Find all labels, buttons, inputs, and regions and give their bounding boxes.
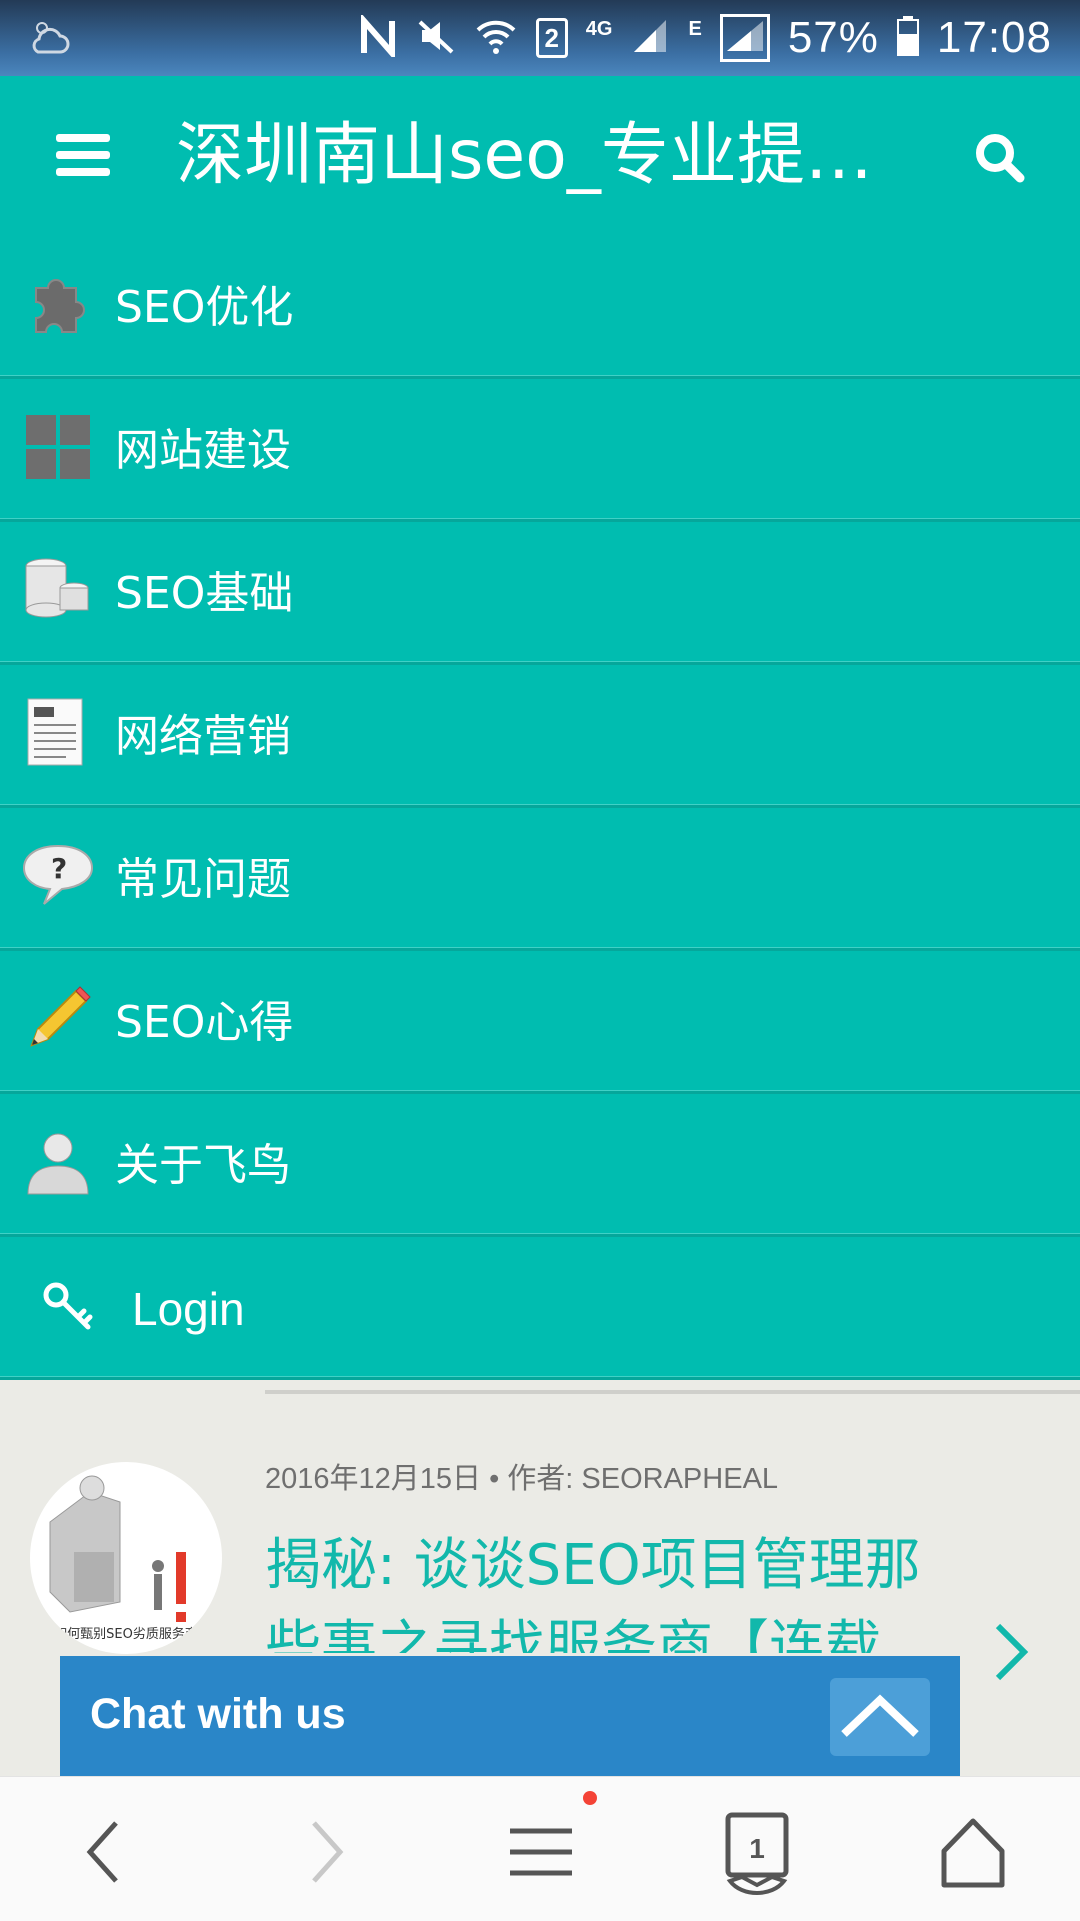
database-icon	[22, 554, 94, 626]
clock: 17:08	[936, 13, 1052, 62]
menu-item-seo-basics[interactable]: SEO基础	[0, 522, 1080, 665]
menu-item-seo-optimization[interactable]: SEO优化	[0, 236, 1080, 379]
menu-item-label: SEO优化	[115, 282, 294, 333]
forward-icon[interactable]	[280, 1807, 370, 1897]
menu-item-label: Login	[132, 1283, 245, 1335]
menu-item-label: 常见问题	[115, 854, 291, 905]
thumbnail-caption: 如何甄别SEO劣质服务商	[54, 1627, 198, 1642]
search-icon[interactable]	[970, 128, 1030, 188]
page-title: 深圳南山seo_专业提供…	[176, 116, 916, 195]
notification-dot	[583, 1791, 597, 1805]
divider	[265, 1390, 1080, 1394]
home-icon[interactable]	[928, 1807, 1018, 1897]
menu-icon[interactable]	[496, 1807, 586, 1897]
menu-item-seo-experience[interactable]: SEO心得	[0, 951, 1080, 1094]
puzzle-piece-icon	[22, 268, 94, 340]
mute-icon	[416, 16, 456, 60]
svg-text:?: ?	[51, 852, 67, 885]
user-icon	[22, 1126, 94, 1198]
grid-icon	[22, 411, 94, 483]
menu-item-login[interactable]: Login	[0, 1237, 1080, 1380]
battery-percent: 57%	[787, 13, 879, 62]
signal-icon	[630, 16, 670, 60]
wifi-icon	[474, 16, 518, 60]
pencil-icon	[22, 983, 94, 1055]
tabs-icon[interactable]: 1	[712, 1807, 802, 1897]
menu-item-label: 关于飞鸟	[115, 1140, 291, 1191]
key-icon	[42, 1281, 94, 1333]
menu-item-online-marketing[interactable]: 网络营销	[0, 665, 1080, 808]
question-bubble-icon: ?	[22, 840, 94, 912]
post-title-link[interactable]: 揭秘: 谈谈SEO项目管理那些事之寻找服务商【连载	[265, 1525, 965, 1653]
menu-item-label: 网络营销	[115, 711, 291, 762]
status-bar: 2 4G E 57% 17:08	[0, 0, 1080, 76]
chevron-up-icon[interactable]	[830, 1678, 930, 1756]
back-icon[interactable]	[60, 1807, 150, 1897]
sim-icon: 2	[535, 18, 568, 58]
menu-item-faq[interactable]: ? 常见问题	[0, 808, 1080, 951]
signal-icon	[719, 14, 770, 62]
cloud-weather-icon	[28, 18, 72, 62]
chat-label: Chat with us	[90, 1690, 346, 1738]
menu-item-label: SEO心得	[115, 997, 294, 1048]
post-meta: 2016年12月15日 • 作者: SEORAPHEAL	[265, 1463, 779, 1495]
nav-menu: SEO优化 网站建设 SEO基础 网络营销 ? 常见问题 SEO心得 关于飞鸟	[0, 236, 1080, 1380]
network-4g-label: 4G	[585, 17, 613, 40]
menu-item-website-building[interactable]: 网站建设	[0, 379, 1080, 522]
chat-widget[interactable]: Chat with us	[60, 1656, 960, 1776]
document-icon	[22, 697, 94, 769]
hamburger-menu-icon[interactable]	[56, 134, 110, 176]
post-thumbnail[interactable]: 如何甄别SEO劣质服务商	[30, 1462, 222, 1654]
nfc-icon	[358, 13, 398, 61]
tab-count: 1	[749, 1833, 765, 1864]
menu-item-label: 网站建设	[115, 425, 291, 476]
app-bar: 深圳南山seo_专业提供…	[0, 76, 1080, 236]
battery-icon	[896, 16, 919, 60]
chevron-right-icon[interactable]	[992, 1620, 1032, 1684]
browser-toolbar: 1	[0, 1776, 1080, 1921]
network-e-label: E	[688, 17, 702, 40]
menu-item-label: SEO基础	[115, 568, 294, 619]
menu-item-about[interactable]: 关于飞鸟	[0, 1094, 1080, 1237]
